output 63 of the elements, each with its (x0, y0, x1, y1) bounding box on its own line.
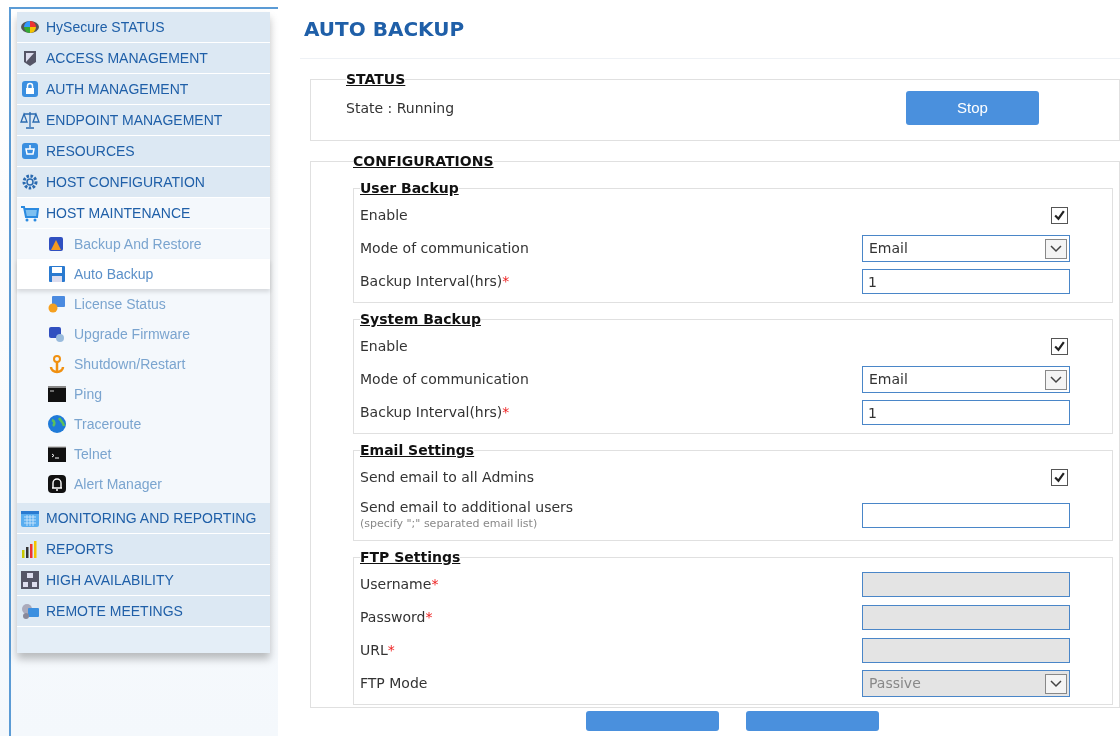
field-label: Enable (360, 206, 408, 225)
checkbox[interactable] (1051, 469, 1068, 486)
checkbox[interactable] (1051, 207, 1068, 224)
page-title: AUTO BACKUP (300, 14, 1120, 59)
required-mark: * (502, 272, 510, 291)
sidebar-item[interactable]: HIGH AVAILABILITY (17, 565, 270, 595)
caret-icon (1045, 238, 1067, 259)
required-mark: * (425, 608, 433, 627)
sidebar-item[interactable]: HySecure STATUS (17, 12, 270, 42)
field-label: Backup Interval(hrs) (360, 403, 503, 422)
required-mark: * (387, 641, 395, 660)
terminal-icon (47, 384, 67, 404)
sidebar-item[interactable]: AUTH MANAGEMENT (17, 74, 270, 104)
section-heading: System Backup (360, 310, 481, 329)
field-label: Password (360, 608, 426, 627)
state-text: State : Running (346, 98, 455, 118)
field-label: FTP Mode (360, 674, 428, 693)
field-hint: (specify ";" separated email list) (360, 516, 539, 531)
scales-icon (20, 110, 40, 130)
required-mark: * (431, 575, 439, 594)
section-heading: STATUS (346, 70, 406, 89)
cart-icon (20, 141, 40, 161)
bell-icon (47, 474, 67, 494)
sidebar-item[interactable]: ENDPOINT MANAGEMENT (17, 105, 270, 135)
field-label: Username (360, 575, 432, 594)
field-label: Backup Interval(hrs) (360, 272, 503, 291)
checkbox[interactable] (1051, 338, 1068, 355)
field-label: Mode of communication (360, 239, 529, 258)
sidebar-item[interactable]: REMOTE MEETINGS (17, 596, 270, 626)
field-label: Enable (360, 337, 408, 356)
input-field[interactable]: 1 (862, 269, 1070, 294)
sidebar-item[interactable]: HOST MAINTENANCE (17, 198, 270, 228)
globe-icon (47, 414, 67, 434)
input-field[interactable] (862, 502, 1070, 528)
sidebar-item[interactable]: REPORTS (17, 534, 270, 564)
sidebar-item[interactable]: RESOURCES (17, 136, 270, 166)
bar-chart-icon (20, 539, 40, 559)
terminal-icon (47, 444, 67, 464)
section-heading: CONFIGURATIONS (353, 152, 494, 171)
required-mark: * (502, 403, 510, 422)
caret-icon (1045, 369, 1067, 390)
caret-icon (1045, 673, 1067, 694)
field-label: Mode of communication (360, 370, 529, 389)
gear-icon (20, 172, 40, 192)
sidebar-item[interactable]: ACCESS MANAGEMENT (17, 43, 270, 73)
field-label: URL (360, 641, 388, 660)
dropdown[interactable]: Email (862, 235, 1070, 262)
section-heading: User Backup (360, 179, 459, 198)
calendar-icon (20, 508, 40, 528)
network-icon (20, 570, 40, 590)
section-heading: Email Settings (360, 441, 475, 460)
anchor-icon (47, 354, 67, 374)
sidebar-subitem[interactable]: Auto Backup (17, 259, 270, 289)
stop-button[interactable]: Stop (906, 91, 1039, 125)
dropdown[interactable]: Email (862, 366, 1070, 393)
lock-icon (20, 79, 40, 99)
section-heading: FTP Settings (360, 548, 461, 567)
sidebar-item[interactable]: HOST CONFIGURATION (17, 167, 270, 197)
field-label: Send email to all Admins (360, 468, 534, 487)
cart-icon (20, 203, 40, 223)
field-label: Send email to additional users (360, 499, 574, 517)
sidebar-item[interactable]: MONITORING AND REPORTING (17, 503, 270, 533)
input-field[interactable]: 1 (862, 400, 1070, 425)
